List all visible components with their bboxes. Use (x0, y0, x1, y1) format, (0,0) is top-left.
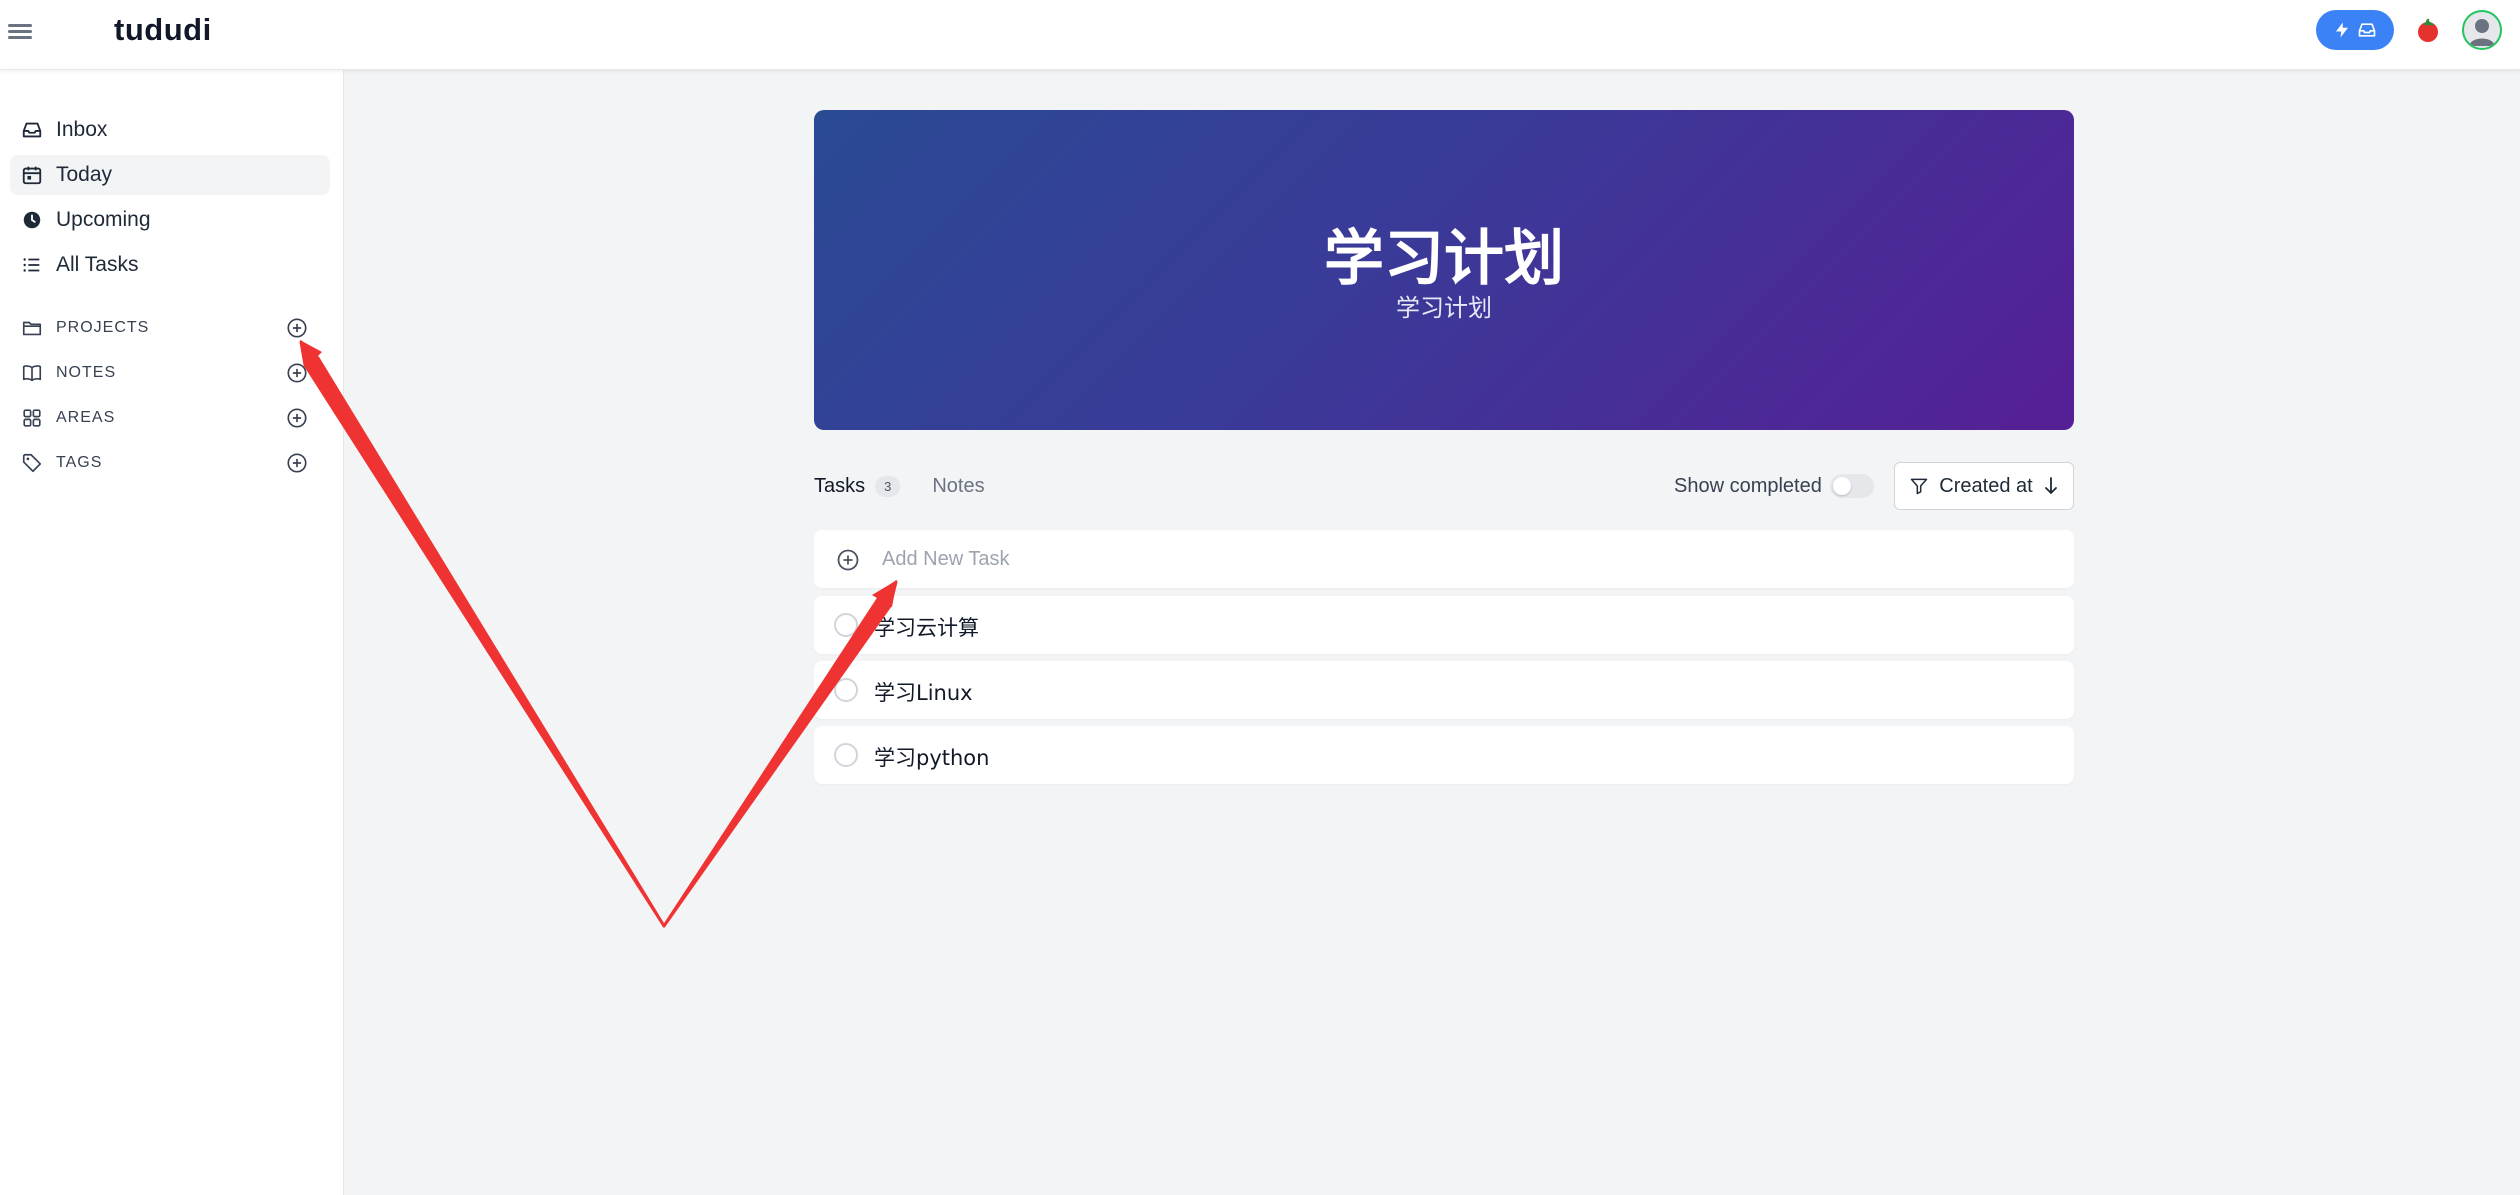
sidebar-section-label[interactable]: PROJECTS (56, 319, 149, 337)
tomato-icon[interactable] (2415, 17, 2441, 43)
tab-tasks[interactable]: Tasks 3 (814, 474, 901, 498)
sidebar-item-upcoming[interactable]: Upcoming (10, 200, 330, 240)
app-brand[interactable]: tududi (114, 12, 212, 48)
sidebar-section-label[interactable]: NOTES (56, 364, 116, 382)
inbox-icon (20, 118, 44, 142)
sidebar-section-label[interactable]: TAGS (56, 454, 102, 472)
project-banner: 学习计划 学习计划 (814, 110, 2074, 430)
tab-notes[interactable]: Notes (932, 475, 984, 498)
top-bar: tududi (0, 0, 2520, 70)
add-task-input[interactable] (882, 540, 2032, 578)
sidebar-section-tags: TAGS (10, 445, 320, 481)
toggle-knob (1833, 477, 1851, 495)
sidebar-item-today[interactable]: Today (10, 155, 330, 195)
add-circle-icon[interactable] (836, 548, 860, 572)
project-title: 学习计划 (1324, 224, 1564, 294)
sidebar-item-label: Inbox (56, 118, 108, 141)
sidebar-section-areas: AREAS (10, 400, 320, 436)
sidebar-item-all-tasks[interactable]: All Tasks (10, 245, 330, 285)
sidebar-item-inbox[interactable]: Inbox (10, 110, 330, 150)
sidebar-section-notes: NOTES (10, 355, 320, 391)
add-tag-button[interactable] (286, 452, 308, 474)
task-complete-checkbox[interactable] (834, 678, 858, 702)
sidebar-item-label: Upcoming (56, 208, 151, 231)
arrow-to-add-project (299, 340, 666, 928)
task-row[interactable]: 学习python (814, 726, 2074, 784)
task-count-badge: 3 (875, 475, 901, 497)
tag-icon (20, 451, 44, 475)
add-area-button[interactable] (286, 407, 308, 429)
quick-capture-button[interactable] (2316, 10, 2394, 50)
sort-label: Created at (1939, 474, 2033, 497)
sidebar-item-label: All Tasks (56, 253, 139, 276)
sidebar: Inbox Today Upcoming All Tasks PROJECTS … (0, 70, 344, 1195)
clock-icon (20, 208, 44, 232)
sort-button[interactable]: Created at (1894, 462, 2074, 510)
task-complete-checkbox[interactable] (834, 743, 858, 767)
arrow-down-icon (2044, 477, 2057, 494)
inbox-icon (2358, 23, 2376, 37)
task-name: 学习python (874, 746, 990, 770)
menu-icon[interactable] (8, 21, 32, 45)
project-subtitle: 学习计划 (1396, 294, 1492, 322)
show-completed-toggle[interactable] (1830, 474, 1874, 498)
user-avatar-icon[interactable] (2462, 10, 2502, 50)
task-complete-checkbox[interactable] (834, 613, 858, 637)
project-tabs: Tasks 3 Notes (814, 470, 1017, 502)
sidebar-section-label[interactable]: AREAS (56, 409, 115, 427)
task-row[interactable]: 学习云计算 (814, 596, 2074, 654)
book-icon (20, 361, 44, 385)
bolt-icon (2336, 22, 2348, 38)
sidebar-section-projects: PROJECTS (10, 310, 320, 346)
show-completed-label: Show completed (1674, 474, 1822, 497)
filter-icon (1911, 478, 1928, 495)
task-row[interactable]: 学习Linux (814, 661, 2074, 719)
add-project-button[interactable] (286, 317, 308, 339)
add-task-bar (814, 530, 2074, 588)
list-icon (20, 253, 44, 277)
calendar-icon (20, 163, 44, 187)
sidebar-item-label: Today (56, 163, 113, 186)
tab-label: Notes (932, 474, 985, 497)
grid-icon (20, 406, 44, 430)
folder-icon (20, 316, 44, 340)
add-note-button[interactable] (286, 362, 308, 384)
tab-label: Tasks (814, 474, 866, 497)
task-name: 学习Linux (874, 681, 973, 705)
task-name: 学习云计算 (874, 616, 979, 640)
